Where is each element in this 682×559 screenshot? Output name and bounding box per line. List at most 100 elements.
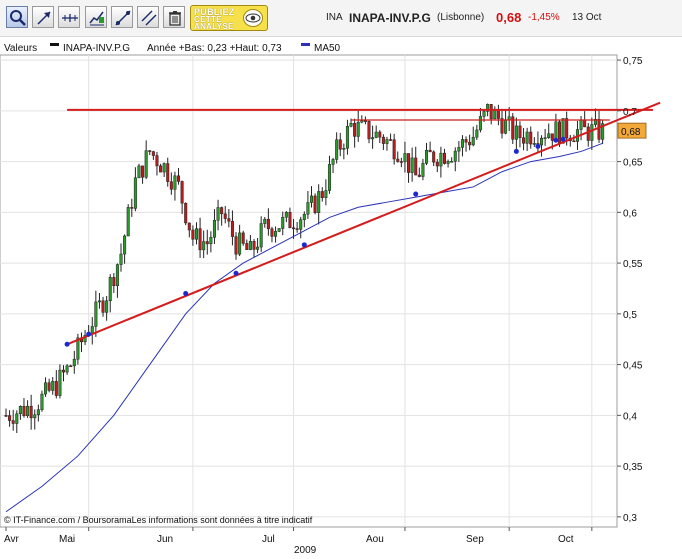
candle-body — [460, 139, 464, 148]
candle-body — [306, 202, 310, 215]
support-touch-point — [560, 136, 566, 142]
candle-body — [475, 129, 479, 138]
candle-body — [198, 228, 202, 251]
candle-body — [58, 369, 62, 396]
data-credit: © IT-Finance.com / BoursoramaLes informa… — [4, 515, 313, 525]
candle-body — [40, 393, 44, 410]
candle-body — [590, 124, 594, 141]
x-tick-label: Oct — [558, 534, 574, 545]
candle-body — [187, 222, 191, 231]
candle-body — [69, 365, 73, 368]
candle-body — [338, 139, 342, 150]
candle-body — [245, 243, 249, 250]
candle-body — [547, 133, 551, 138]
x-tick-label: Jun — [157, 534, 173, 545]
candle-body — [378, 131, 382, 138]
candle-body — [151, 151, 155, 156]
candle-body — [464, 139, 468, 143]
support-touch-point — [301, 242, 307, 248]
candle-body — [101, 300, 105, 313]
y-tick-label: 0,55 — [623, 259, 643, 270]
candle-body — [97, 300, 101, 303]
candle-body — [263, 218, 267, 224]
candle-body — [543, 137, 547, 139]
candle-body — [295, 228, 299, 230]
candle-body — [54, 381, 58, 396]
candle-body — [457, 147, 461, 152]
y-tick-label: 0,45 — [623, 361, 643, 372]
last-price-box-label: 0,68 — [621, 127, 641, 138]
candle-body — [331, 159, 335, 165]
candle-body — [4, 415, 8, 417]
candle-body — [446, 161, 450, 164]
candle-body — [313, 195, 317, 213]
candle-body — [493, 109, 497, 120]
candle-body — [248, 241, 252, 250]
candle-body — [180, 181, 184, 204]
candle-body — [284, 212, 288, 218]
candle-body — [137, 165, 141, 179]
candle-body — [453, 150, 457, 162]
candle-body — [320, 191, 324, 198]
candle-body — [18, 406, 22, 415]
candle-body — [166, 163, 170, 182]
candle-body — [277, 228, 281, 232]
candle-body — [468, 141, 472, 146]
candle-body — [259, 223, 263, 248]
candle-body — [363, 120, 367, 122]
y-tick-label: 0,7 — [623, 107, 637, 118]
candle-body — [212, 220, 216, 238]
x-tick-label: Avr — [4, 534, 19, 545]
last-price-marker: 0,68 — [617, 122, 647, 139]
candle-body — [478, 116, 482, 131]
candle-body — [115, 264, 119, 286]
candle-body — [442, 152, 446, 164]
candle-body — [349, 123, 353, 127]
candle-body — [421, 163, 425, 177]
x-axis: Avr Mai Jun Jul Aou Sep Oct — [4, 527, 593, 545]
candle-body — [396, 158, 400, 162]
candle-body — [302, 213, 306, 220]
candle-body — [29, 405, 33, 419]
year-label: 2009 — [294, 545, 317, 556]
candle-body — [554, 121, 558, 141]
candle-body — [15, 413, 19, 424]
y-tick-label: 0,4 — [623, 411, 637, 422]
support-touch-point — [233, 270, 239, 276]
candle-body — [205, 241, 209, 245]
y-tick-label: 0,6 — [623, 208, 637, 219]
candle-body — [583, 119, 587, 128]
candle-body — [345, 125, 349, 149]
candle-body — [356, 121, 360, 137]
candle-body — [22, 406, 26, 416]
candle-body — [266, 218, 270, 230]
candle-body — [414, 157, 418, 176]
x-tick-label: Jul — [262, 534, 275, 545]
candle-body — [525, 131, 529, 144]
candle-body — [26, 405, 30, 416]
candle-body — [123, 235, 127, 255]
candle-body — [450, 161, 454, 163]
candle-body — [191, 229, 195, 240]
candle-body — [270, 228, 274, 237]
candle-body — [256, 246, 260, 250]
candle-body — [94, 301, 98, 327]
candle-body — [216, 207, 220, 221]
candle-body — [371, 137, 375, 140]
candle-body — [65, 365, 69, 373]
price-chart[interactable]: 0,75 0,7 0,65 0,6 0,55 0,5 0,45 0,4 0,35 0,3 Avr M… — [0, 0, 682, 559]
y-tick-label: 0,35 — [623, 462, 643, 473]
candle-body — [184, 202, 188, 224]
candle-body — [360, 120, 364, 123]
candle-body — [514, 125, 518, 140]
candle-body — [435, 161, 439, 167]
plot-area — [0, 54, 618, 528]
support-touch-point — [64, 341, 70, 347]
candle-body — [540, 137, 544, 146]
candle-body — [403, 153, 407, 163]
candle-body — [353, 123, 357, 137]
candle-body — [335, 139, 339, 160]
y-tick-label: 0,3 — [623, 513, 637, 524]
candle-body — [417, 174, 421, 177]
candle-body — [572, 140, 576, 143]
